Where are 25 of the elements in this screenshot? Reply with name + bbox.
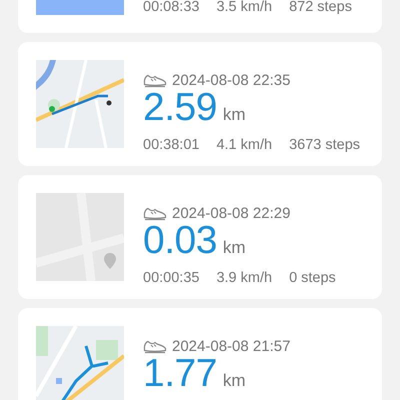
- speed-text: 4.1 km/h: [216, 137, 272, 153]
- distance-unit: km: [222, 237, 246, 259]
- distance-value: 0.03: [143, 223, 217, 259]
- duration-text: 00:38:01: [143, 137, 200, 153]
- steps-text: 3673 steps: [289, 137, 360, 153]
- workout-card[interactable]: 2024-08-08 21:57 1.77 km: [18, 308, 382, 400]
- workout-date: 2024-08-08 21:57: [172, 338, 290, 355]
- workout-card[interactable]: 00:08:33 3.5 km/h 872 steps: [18, 0, 382, 33]
- speed-text: 3.5 km/h: [216, 0, 272, 15]
- workout-card[interactable]: 2024-08-08 22:29 0.03 km 00:00:35 3.9 km/h 0 steps: [18, 175, 382, 299]
- distance-value: 2.59: [143, 90, 217, 126]
- steps-text: 0 steps: [289, 270, 336, 286]
- distance-unit: km: [222, 104, 246, 126]
- shoe-icon: [143, 206, 167, 220]
- steps-text: 872 steps: [289, 0, 352, 15]
- shoe-icon: [143, 340, 167, 354]
- duration-text: 00:08:33: [143, 0, 200, 15]
- distance-value: 1.77: [143, 356, 217, 392]
- workout-date: 2024-08-08 22:29: [172, 205, 290, 222]
- shoe-icon: [143, 74, 167, 88]
- distance-unit: km: [222, 370, 246, 392]
- speed-text: 3.9 km/h: [216, 270, 272, 286]
- workout-date: 2024-08-08 22:35: [172, 72, 290, 89]
- workout-card[interactable]: 2024-08-08 22:35 2.59 km 00:38:01 4.1 km/h 3673 steps: [18, 42, 382, 166]
- duration-text: 00:00:35: [143, 270, 200, 286]
